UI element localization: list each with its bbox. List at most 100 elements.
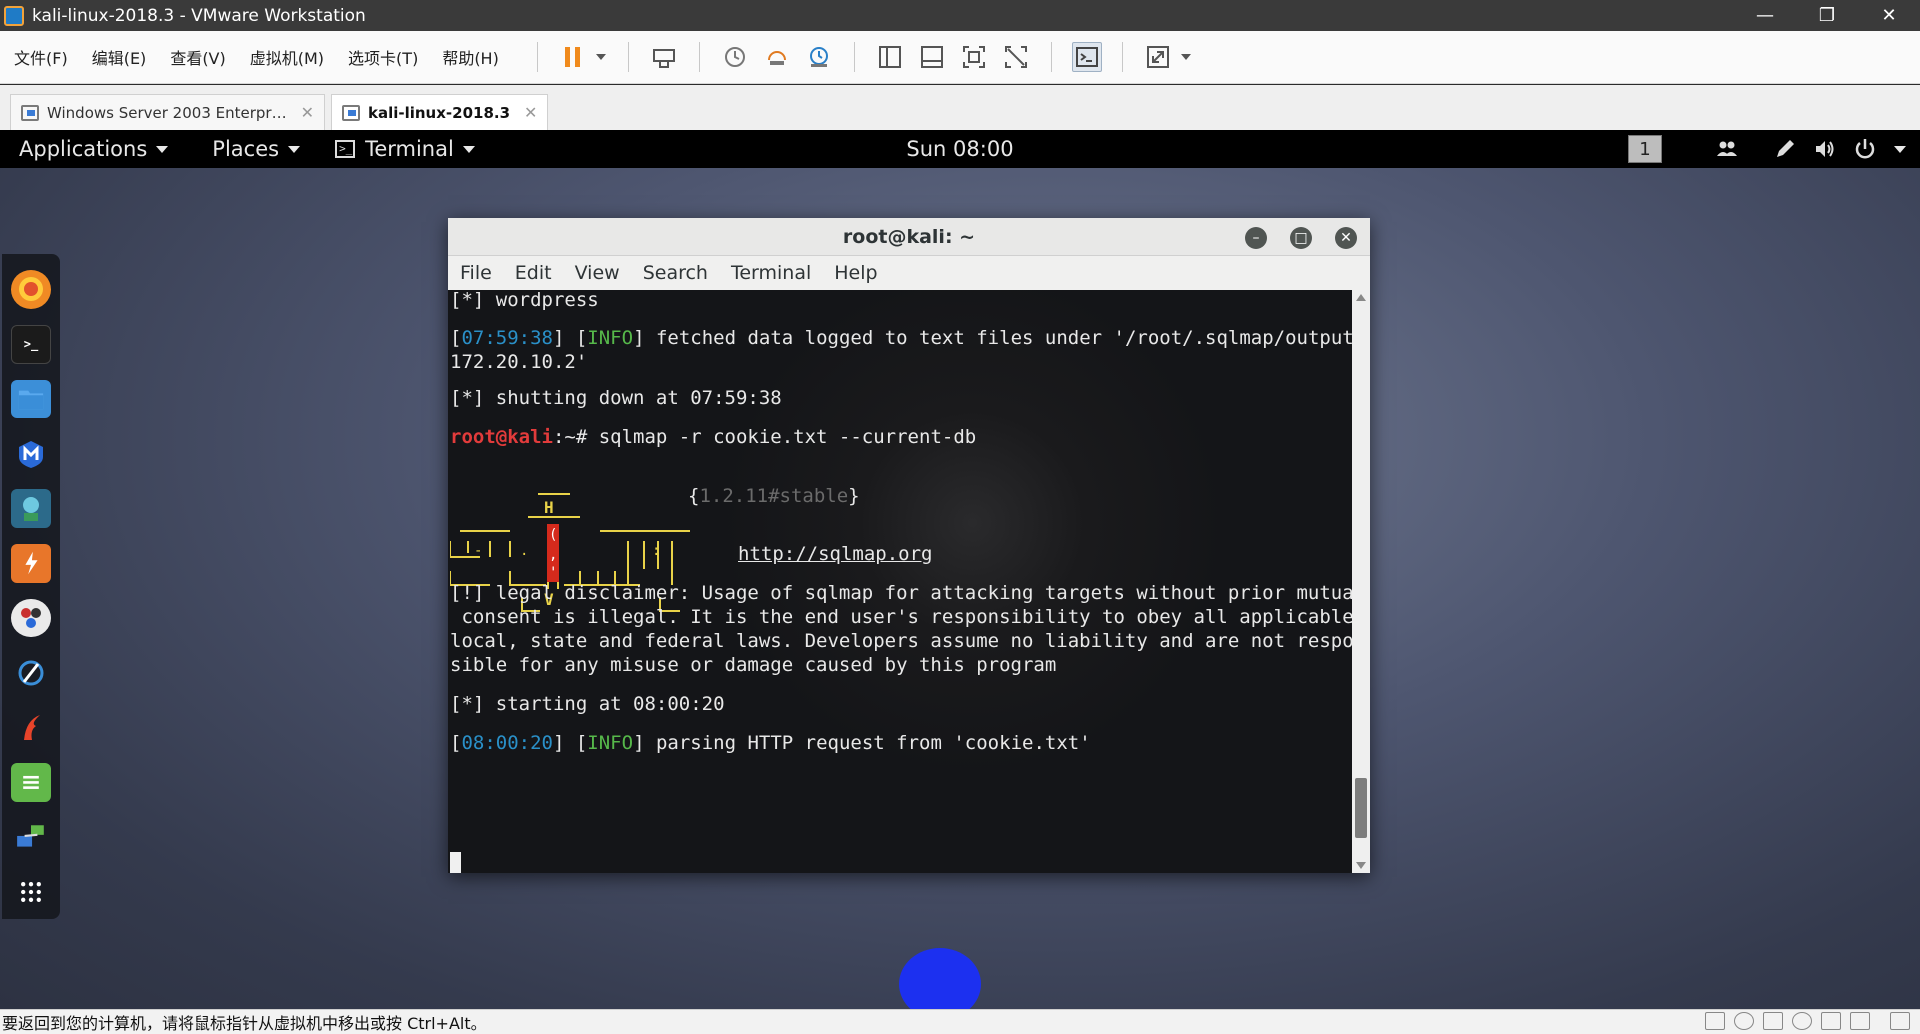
terminal-cursor (450, 852, 461, 873)
prompt-user: root@kali (450, 426, 553, 448)
terminal-line: [*] shutting down at 07:59:38 (450, 387, 782, 409)
svg-text:(: ( (549, 527, 557, 543)
pen-tool-icon[interactable] (1770, 134, 1800, 164)
svg-text:': ' (549, 565, 557, 581)
scrollbar-thumb[interactable] (1355, 778, 1367, 838)
leafpad-icon[interactable] (11, 762, 51, 802)
applications-menu[interactable]: Applications (19, 137, 169, 161)
cd-drive-icon[interactable] (1734, 1012, 1754, 1030)
tab-close-icon[interactable]: ✕ (301, 103, 314, 122)
power-icon[interactable] (1850, 134, 1880, 164)
terminal-output[interactable]: [*] wordpress [07:59:38] [INFO] fetched … (448, 290, 1352, 873)
maltego-icon[interactable] (11, 708, 51, 747)
menu-vm[interactable]: 虚拟机(M) (250, 45, 324, 69)
terminal-menu-view[interactable]: View (575, 262, 620, 284)
vmware-statusbar: 要返回到您的计算机，请将鼠标指针从虚拟机中移出或按 Ctrl+Alt。 (0, 1009, 1920, 1034)
scroll-up-arrow-icon[interactable] (1356, 294, 1366, 301)
thumbnail-bar-icon[interactable] (917, 42, 947, 72)
log-message: fetched data logged to text files under … (644, 327, 1352, 349)
tab-kali-linux[interactable]: kali-linux-2018.3 ✕ (330, 94, 549, 130)
hard-disk-icon[interactable] (1705, 1012, 1725, 1030)
snapshot-manager-icon[interactable] (804, 42, 834, 72)
revert-snapshot-icon[interactable] (762, 42, 792, 72)
show-library-icon[interactable] (875, 42, 905, 72)
svg-text::: : (652, 543, 660, 559)
terminal-scrollbar[interactable] (1352, 290, 1370, 873)
vm-icon (341, 104, 360, 121)
vmware-app-icon (4, 5, 24, 26)
terminal-titlebar[interactable]: root@kali: ~ – □ ✕ (448, 218, 1370, 256)
unity-icon[interactable] (1001, 42, 1031, 72)
vmware-titlebar: kali-linux-2018.3 - VMware Workstation —… (0, 0, 1920, 31)
terminal-menu-help[interactable]: Help (834, 262, 877, 284)
places-label: Places (212, 137, 280, 161)
metasploit-icon[interactable] (11, 434, 51, 473)
tab-windows-server[interactable]: Windows Server 2003 Enterpr… ✕ (10, 94, 325, 130)
pause-dropdown-icon[interactable] (594, 42, 608, 72)
menu-view[interactable]: 查看(V) (170, 45, 225, 69)
full-screen-icon[interactable] (959, 42, 989, 72)
menu-help[interactable]: 帮助(H) (442, 45, 499, 69)
close-button[interactable]: ✕ (1858, 0, 1920, 31)
terminal-app-menu[interactable]: >_ Terminal (335, 137, 475, 161)
log-level: INFO (587, 732, 634, 754)
files-icon[interactable] (11, 379, 51, 419)
armitage-icon[interactable] (11, 489, 51, 528)
snapshot-icon[interactable] (720, 42, 750, 72)
pause-icon[interactable] (558, 42, 588, 72)
terminal-close-button[interactable]: ✕ (1335, 227, 1357, 249)
sound-icon[interactable] (1850, 1012, 1870, 1030)
console-view-icon[interactable] (1071, 42, 1102, 72)
usb-icon[interactable] (1792, 1012, 1812, 1030)
terminal-line: consent is illegal. It is the end user's… (450, 606, 1352, 628)
show-apps-icon[interactable] (11, 872, 51, 911)
chevron-down-icon[interactable] (1894, 145, 1906, 153)
burpsuite-icon[interactable] (11, 543, 51, 583)
tab-label: kali-linux-2018.3 (367, 103, 511, 122)
message-log-icon[interactable] (1890, 1012, 1910, 1030)
restore-button[interactable]: ❐ (1796, 0, 1858, 31)
terminal-line: [07:59:38] [INFO] fetched data logged to… (450, 326, 1352, 350)
minimize-button[interactable]: — (1734, 0, 1796, 31)
chevron-down-icon (288, 145, 301, 153)
network-adapter-icon[interactable] (1763, 1012, 1783, 1030)
guest-desktop[interactable]: Applications Places >_ Terminal Sun 08:0… (0, 130, 1920, 1009)
menu-file[interactable]: 文件(F) (14, 45, 68, 69)
scroll-down-arrow-icon[interactable] (1356, 862, 1366, 869)
stretch-guest-icon[interactable] (1143, 42, 1173, 72)
printer-icon[interactable] (1821, 1012, 1841, 1030)
svg-text:.: . (520, 543, 528, 559)
terminal-menu-terminal[interactable]: Terminal (731, 262, 811, 284)
svg-text:-: - (474, 543, 482, 559)
terminal-menu-search[interactable]: Search (643, 262, 708, 284)
terminal-menu-file[interactable]: File (460, 262, 492, 284)
terminal-small-icon: >_ (335, 140, 356, 158)
tab-close-icon[interactable]: ✕ (524, 103, 537, 122)
volume-icon[interactable] (1810, 134, 1840, 164)
terminal-line: sible for any misuse or damage caused by… (450, 654, 1057, 676)
sqlmap-url-link[interactable]: http://sqlmap.org (738, 542, 932, 566)
send-ctrl-alt-del-icon[interactable] (649, 42, 679, 72)
log-level: INFO (587, 327, 634, 349)
firefox-icon[interactable] (11, 270, 51, 309)
stretch-dropdown-icon[interactable] (1179, 42, 1193, 72)
terminal-maximize-button[interactable]: □ (1290, 227, 1312, 249)
workspace-indicator[interactable]: 1 (1628, 135, 1662, 163)
menu-edit[interactable]: 编辑(E) (92, 45, 147, 69)
prompt-command: :~# sqlmap -r cookie.txt --current-db (552, 426, 977, 448)
places-menu[interactable]: Places (212, 137, 301, 161)
menu-tabs[interactable]: 选项卡(T) (348, 45, 418, 69)
vmware-menubar: 文件(F) 编辑(E) 查看(V) 虚拟机(M) 选项卡(T) 帮助(H) (0, 31, 1920, 84)
beef-icon[interactable] (11, 598, 51, 638)
applications-label: Applications (19, 137, 148, 161)
terminal-prompt-line: root@kali:~# sqlmap -r cookie.txt --curr… (450, 425, 976, 449)
terminal-menu-edit[interactable]: Edit (515, 262, 552, 284)
faraday-icon[interactable] (11, 653, 51, 692)
network-icon[interactable] (11, 818, 51, 857)
gnome-top-bar: Applications Places >_ Terminal Sun 08:0… (0, 130, 1920, 168)
terminal-window: root@kali: ~ – □ ✕ File Edit View Search… (448, 218, 1370, 873)
terminal-icon[interactable]: >_ (11, 324, 51, 364)
terminal-minimize-button[interactable]: – (1245, 227, 1267, 249)
status-message: 要返回到您的计算机，请将鼠标指针从虚拟机中移出或按 Ctrl+Alt。 (2, 1014, 487, 1033)
users-icon[interactable] (1712, 134, 1742, 164)
